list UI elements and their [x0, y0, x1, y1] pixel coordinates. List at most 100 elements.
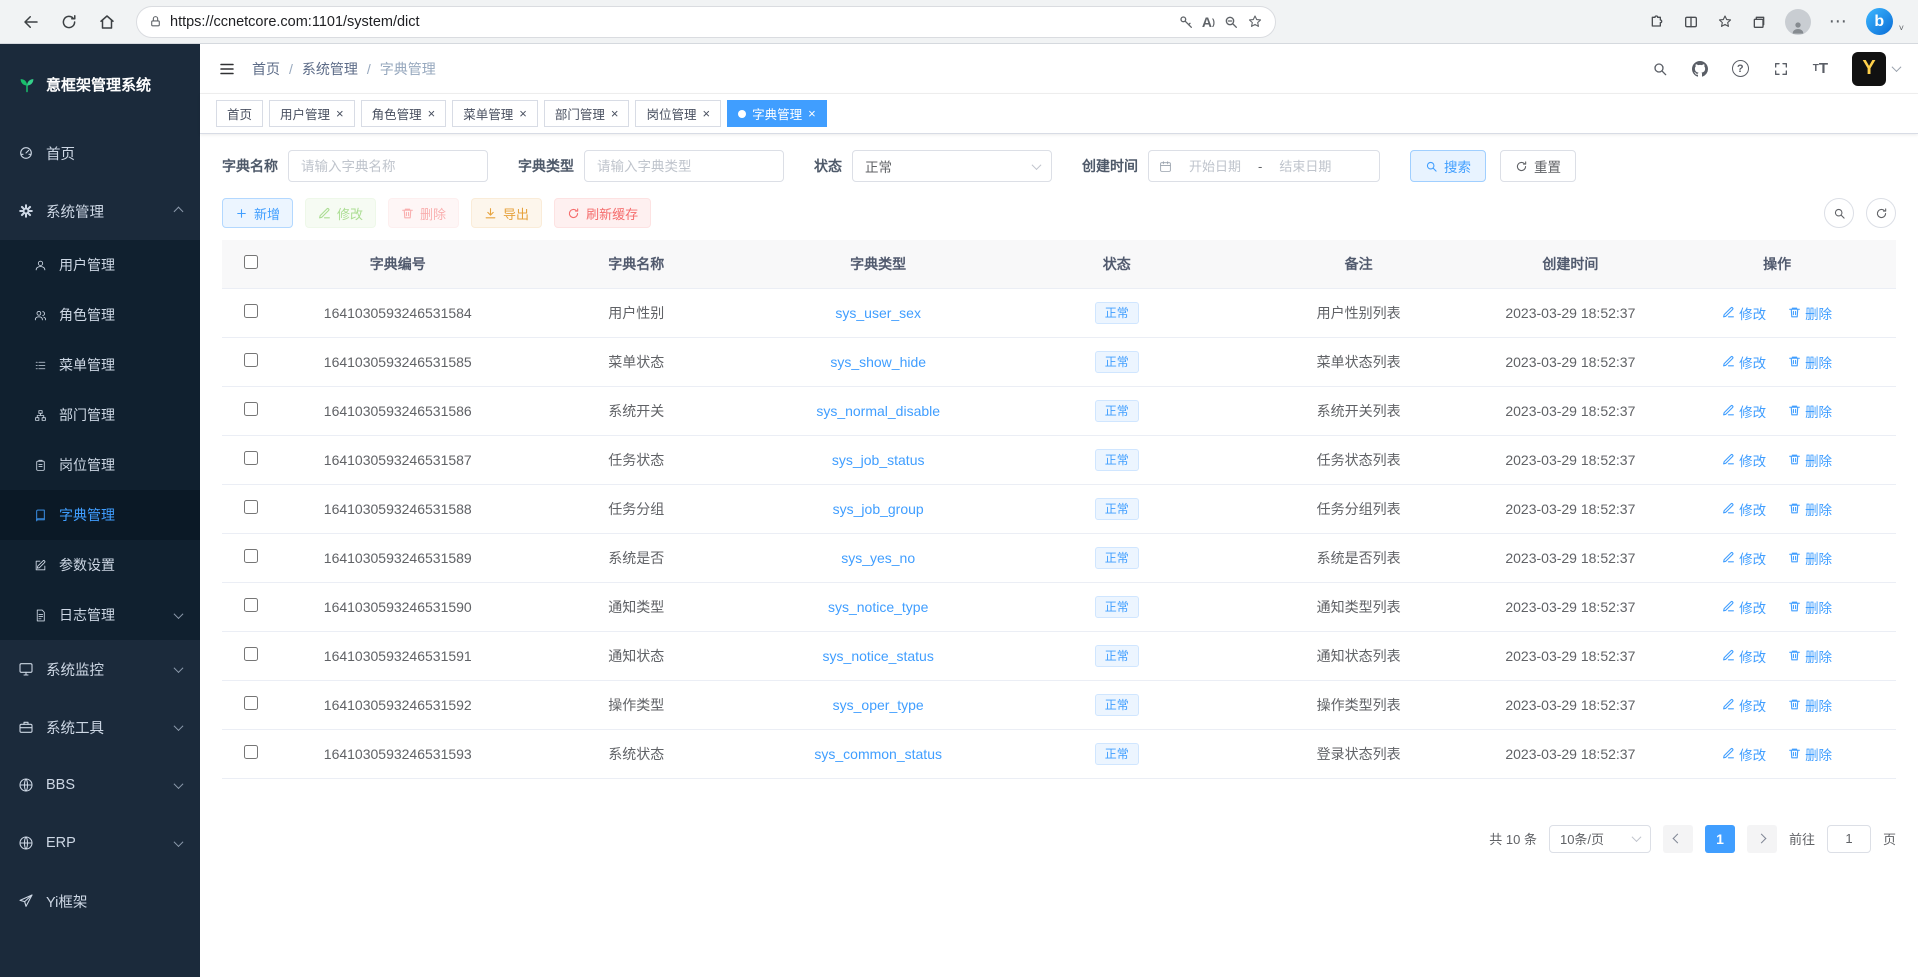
- dict-type-input[interactable]: [584, 150, 784, 182]
- sidebar-toggle-button[interactable]: [218, 60, 236, 78]
- url-text[interactable]: https://ccnetcore.com:1101/system/dict: [170, 14, 1170, 30]
- row-edit-button[interactable]: 修改: [1722, 744, 1766, 764]
- row-delete-button[interactable]: 删除: [1788, 695, 1832, 715]
- row-delete-button[interactable]: 删除: [1788, 303, 1832, 323]
- sidebar-item-parameter-settings[interactable]: 参数设置: [0, 540, 200, 590]
- tab-user-management[interactable]: 用户管理×: [269, 100, 355, 127]
- sidebar-item-user-management[interactable]: 用户管理: [0, 240, 200, 290]
- dict-type-link[interactable]: sys_job_status: [832, 452, 925, 468]
- row-edit-button[interactable]: 修改: [1722, 352, 1766, 372]
- row-checkbox[interactable]: [244, 647, 258, 661]
- row-edit-button[interactable]: 修改: [1722, 646, 1766, 666]
- password-key-icon[interactable]: [1178, 14, 1194, 30]
- tab-role-management[interactable]: 角色管理×: [361, 100, 447, 127]
- tab-dict-management[interactable]: 字典管理×: [727, 100, 827, 127]
- row-checkbox[interactable]: [244, 304, 258, 318]
- tab-dept-management[interactable]: 部门管理×: [544, 100, 630, 127]
- more-icon[interactable]: ⋯: [1829, 11, 1848, 32]
- favorite-add-icon[interactable]: [1247, 14, 1263, 30]
- sidebar-item-erp[interactable]: ERP: [0, 814, 200, 872]
- sidebar-item-system-tools[interactable]: 系统工具: [0, 698, 200, 756]
- github-icon[interactable]: [1692, 61, 1708, 77]
- profile-avatar[interactable]: [1785, 9, 1811, 35]
- row-checkbox[interactable]: [244, 353, 258, 367]
- edit-button[interactable]: 修改: [305, 198, 376, 228]
- favorites-icon[interactable]: [1717, 14, 1733, 30]
- add-button[interactable]: 新增: [222, 198, 293, 228]
- sidebar-item-log-management[interactable]: 日志管理: [0, 590, 200, 640]
- tab-home[interactable]: 首页: [216, 100, 263, 127]
- dict-type-link[interactable]: sys_notice_status: [823, 648, 934, 664]
- extensions-icon[interactable]: [1649, 14, 1665, 30]
- row-delete-button[interactable]: 删除: [1788, 744, 1832, 764]
- tab-close-icon[interactable]: ×: [808, 107, 816, 120]
- row-edit-button[interactable]: 修改: [1722, 401, 1766, 421]
- row-checkbox[interactable]: [244, 696, 258, 710]
- row-edit-button[interactable]: 修改: [1722, 548, 1766, 568]
- goto-page-input[interactable]: [1827, 825, 1871, 853]
- select-all-checkbox[interactable]: [244, 255, 258, 269]
- delete-button[interactable]: 删除: [388, 198, 459, 228]
- sidebar-item-dict-management[interactable]: 字典管理: [0, 490, 200, 540]
- split-screen-icon[interactable]: [1683, 14, 1699, 30]
- sidebar-item-bbs[interactable]: BBS: [0, 756, 200, 814]
- address-bar[interactable]: https://ccnetcore.com:1101/system/dict A…: [136, 6, 1276, 38]
- row-delete-button[interactable]: 删除: [1788, 597, 1832, 617]
- fullscreen-icon[interactable]: [1773, 61, 1789, 77]
- sidebar-item-post-management[interactable]: 岗位管理: [0, 440, 200, 490]
- home-button[interactable]: [90, 5, 124, 39]
- row-delete-button[interactable]: 删除: [1788, 401, 1832, 421]
- date-range-picker[interactable]: -: [1148, 150, 1380, 182]
- row-edit-button[interactable]: 修改: [1722, 303, 1766, 323]
- sidebar-item-role-management[interactable]: 角色管理: [0, 290, 200, 340]
- tab-menu-management[interactable]: 菜单管理×: [452, 100, 538, 127]
- reset-button[interactable]: 重置: [1500, 150, 1576, 182]
- dict-type-link[interactable]: sys_oper_type: [833, 697, 924, 713]
- tab-close-icon[interactable]: ×: [428, 107, 436, 120]
- avatar[interactable]: Y: [1852, 52, 1886, 86]
- row-edit-button[interactable]: 修改: [1722, 597, 1766, 617]
- read-aloud-icon[interactable]: A): [1202, 14, 1215, 30]
- row-delete-button[interactable]: 删除: [1788, 450, 1832, 470]
- row-checkbox[interactable]: [244, 745, 258, 759]
- prev-page-button[interactable]: [1663, 825, 1693, 853]
- tab-close-icon[interactable]: ×: [336, 107, 344, 120]
- back-button[interactable]: [14, 5, 48, 39]
- breadcrumb-home[interactable]: 首页: [252, 59, 280, 79]
- sidebar-item-yi-framework[interactable]: Yi框架: [0, 872, 200, 930]
- refresh-button[interactable]: [52, 5, 86, 39]
- row-checkbox[interactable]: [244, 598, 258, 612]
- sidebar-item-system-monitor[interactable]: 系统监控: [0, 640, 200, 698]
- page-size-select[interactable]: 10条/页: [1549, 825, 1651, 853]
- toggle-search-button[interactable]: [1824, 198, 1854, 228]
- row-delete-button[interactable]: 删除: [1788, 352, 1832, 372]
- row-edit-button[interactable]: 修改: [1722, 695, 1766, 715]
- dict-type-link[interactable]: sys_common_status: [814, 746, 942, 762]
- row-delete-button[interactable]: 删除: [1788, 646, 1832, 666]
- sidebar-item-menu-management[interactable]: 菜单管理: [0, 340, 200, 390]
- zoom-icon[interactable]: [1223, 14, 1239, 30]
- dict-name-input[interactable]: [288, 150, 488, 182]
- tab-close-icon[interactable]: ×: [702, 107, 710, 120]
- row-checkbox[interactable]: [244, 500, 258, 514]
- chevron-down-icon[interactable]: ˅: [1899, 23, 1904, 33]
- bing-icon[interactable]: b: [1866, 8, 1893, 35]
- status-select-value[interactable]: [852, 150, 1052, 182]
- sidebar-item-dept-management[interactable]: 部门管理: [0, 390, 200, 440]
- search-button[interactable]: 搜索: [1410, 150, 1486, 182]
- dict-type-link[interactable]: sys_job_group: [833, 501, 924, 517]
- sidebar-item-system-management[interactable]: 系统管理: [0, 182, 200, 240]
- row-delete-button[interactable]: 删除: [1788, 548, 1832, 568]
- row-checkbox[interactable]: [244, 549, 258, 563]
- dict-type-link[interactable]: sys_normal_disable: [816, 403, 940, 419]
- row-delete-button[interactable]: 删除: [1788, 499, 1832, 519]
- help-icon[interactable]: ?: [1732, 60, 1749, 77]
- tab-close-icon[interactable]: ×: [519, 107, 527, 120]
- row-edit-button[interactable]: 修改: [1722, 450, 1766, 470]
- refresh-table-button[interactable]: [1866, 198, 1896, 228]
- page-number-1[interactable]: 1: [1705, 825, 1735, 853]
- row-checkbox[interactable]: [244, 402, 258, 416]
- user-menu[interactable]: Y: [1852, 52, 1900, 86]
- search-icon[interactable]: [1652, 61, 1668, 77]
- font-size-icon[interactable]: TT: [1813, 60, 1828, 77]
